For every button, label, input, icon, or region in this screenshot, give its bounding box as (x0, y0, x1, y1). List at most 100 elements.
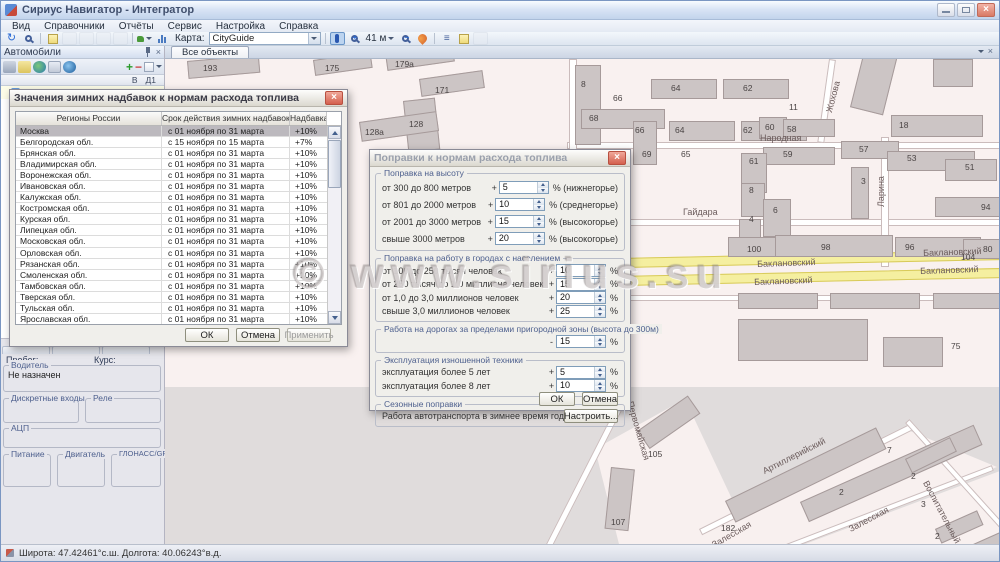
maximize-button[interactable] (957, 3, 975, 17)
brush-icon[interactable] (18, 61, 31, 73)
dialog-title-bar[interactable]: Поправки к нормам расхода топлива × (370, 150, 630, 167)
remove-vehicle-button[interactable]: − (135, 61, 142, 73)
column-header[interactable]: Срок действия зимних надбавок (162, 112, 290, 125)
spin-input[interactable]: 25 (556, 305, 606, 318)
spinner-buttons[interactable] (594, 265, 605, 276)
scroll-down-icon[interactable] (328, 311, 341, 324)
table-row[interactable]: Ивановская обл.с 01 ноября по 31 марта+1… (16, 181, 327, 192)
table-row[interactable]: Костромская обл.с 01 ноября по 31 марта+… (16, 203, 327, 214)
menu-item-6[interactable]: Справка (272, 21, 325, 32)
spin-input[interactable]: 20 (556, 291, 606, 304)
spinner-buttons[interactable] (594, 380, 605, 391)
table-row[interactable]: Рязанская обл.с 01 ноября по 31 марта+10… (16, 259, 327, 270)
list-icon[interactable]: ≡ (439, 32, 454, 45)
table-row[interactable]: Тверская обл.с 01 ноября по 31 марта+10% (16, 292, 327, 303)
ok-button[interactable]: ОК (539, 392, 575, 406)
spin-down-icon[interactable] (595, 386, 605, 392)
menu-item-5[interactable]: Настройка (209, 21, 272, 32)
spinner-buttons[interactable] (594, 292, 605, 303)
map-select[interactable]: CityGuide (209, 32, 321, 45)
spinner-buttons[interactable] (594, 336, 605, 347)
search-icon[interactable] (21, 32, 36, 45)
spin-down-icon[interactable] (534, 239, 544, 245)
spin-down-icon[interactable] (534, 222, 544, 228)
table-row[interactable]: Белгородская обл.с 15 ноября по 15 марта… (16, 137, 327, 148)
combo-arrow[interactable] (308, 33, 320, 44)
spinner-buttons[interactable] (533, 199, 544, 210)
zoom-out-icon[interactable] (398, 32, 413, 45)
table-row[interactable]: Владимирская обл.с 01 ноября по 31 марта… (16, 159, 327, 170)
scroll-thumb[interactable] (328, 140, 341, 188)
spin-down-icon[interactable] (595, 342, 605, 348)
table-row[interactable]: Ярославская обл.с 01 ноября по 31 марта+… (16, 314, 327, 324)
spinner-buttons[interactable] (594, 367, 605, 378)
card-icon[interactable] (48, 61, 61, 73)
column-header[interactable]: Надбавка (290, 112, 327, 125)
spin-input[interactable]: 15 (556, 278, 606, 291)
panel-tab[interactable] (2, 346, 50, 354)
zoom-in-icon[interactable] (347, 32, 362, 45)
table-row[interactable]: Липецкая обл.с 01 ноября по 31 марта+10% (16, 225, 327, 236)
chart-icon[interactable] (154, 32, 169, 45)
table-row[interactable]: Курская обл.с 01 ноября по 31 марта+10% (16, 214, 327, 225)
panel-tab[interactable] (52, 346, 100, 354)
marker-toggle-icon[interactable] (330, 32, 345, 45)
scroll-up-icon[interactable] (328, 126, 341, 139)
globe-icon[interactable] (33, 61, 46, 73)
menu-item-4[interactable]: Сервис (161, 21, 209, 32)
spin-input[interactable]: 20 (495, 232, 545, 245)
table-row[interactable]: Тульская обл.с 01 ноября по 31 марта+10% (16, 303, 327, 314)
menu-item-3[interactable]: Отчёты (112, 21, 161, 32)
table-row[interactable]: Москвас 01 ноября по 31 марта+10% (16, 126, 327, 137)
close-button[interactable]: × (977, 3, 995, 17)
add-vehicle-button[interactable]: + (126, 61, 133, 73)
menu-item-1[interactable]: Вид (5, 21, 37, 32)
track-icon[interactable] (63, 61, 76, 73)
refresh-icon[interactable]: ↻ (4, 32, 19, 45)
menu-item-2[interactable]: Справочники (37, 21, 112, 32)
spinner-buttons[interactable] (537, 182, 548, 193)
spin-input[interactable]: 15 (495, 215, 545, 228)
spinner-buttons[interactable] (533, 216, 544, 227)
ok-button[interactable]: ОК (185, 328, 229, 342)
cancel-button[interactable]: Отмена (582, 392, 618, 406)
panel-tab[interactable] (102, 346, 150, 354)
chevron-down-icon[interactable] (978, 50, 984, 53)
dialog-title-bar[interactable]: Значения зимних надбавок к нормам расход… (10, 90, 347, 107)
table-row[interactable]: Тамбовская обл.с 01 ноября по 31 марта+1… (16, 281, 327, 292)
table-row[interactable]: Брянская обл.с 01 ноября по 31 марта+10% (16, 148, 327, 159)
table-row[interactable]: Воронежская обл.с 01 ноября по 31 марта+… (16, 170, 327, 181)
spin-down-icon[interactable] (595, 284, 605, 290)
panel-close-icon[interactable]: × (156, 47, 161, 57)
pin-icon[interactable] (144, 47, 152, 57)
spinner-buttons[interactable] (533, 233, 544, 244)
scrollbar[interactable] (327, 126, 341, 324)
minimize-button[interactable] (937, 3, 955, 17)
spin-down-icon[interactable] (595, 271, 605, 277)
view-mode-dropdown[interactable] (144, 62, 162, 72)
zoom-level-select[interactable]: 41 м (364, 33, 397, 44)
table-row[interactable]: Орловская обл.с 01 ноября по 31 марта+10… (16, 248, 327, 259)
table-row[interactable]: Калужская обл.с 01 ноября по 31 марта+10… (16, 192, 327, 203)
spin-input[interactable]: 10 (556, 264, 606, 277)
spin-down-icon[interactable] (595, 311, 605, 317)
column-header[interactable]: Регионы России (16, 112, 162, 125)
dialog-close-icon[interactable]: × (608, 151, 626, 165)
edit-icon[interactable] (456, 32, 471, 45)
table-row[interactable]: Московская обл.с 01 ноября по 31 марта+1… (16, 236, 327, 247)
spin-input[interactable]: 5 (499, 181, 549, 194)
cancel-button[interactable]: Отмена (236, 328, 280, 342)
spinner-buttons[interactable] (594, 279, 605, 290)
spin-down-icon[interactable] (538, 188, 548, 194)
spin-input[interactable]: 15 (556, 335, 606, 348)
vehicle-menu-icon[interactable] (137, 32, 152, 45)
spin-down-icon[interactable] (595, 298, 605, 304)
spin-input[interactable]: 5 (556, 366, 606, 379)
spinner-buttons[interactable] (594, 306, 605, 317)
tab-all-objects[interactable]: Все объекты (171, 46, 249, 58)
spin-down-icon[interactable] (595, 372, 605, 378)
spin-input[interactable]: 10 (556, 379, 606, 392)
locate-icon[interactable] (415, 32, 430, 45)
table-row[interactable]: Смоленская обл.с 01 ноября по 31 марта+1… (16, 270, 327, 281)
edit-note-icon[interactable] (45, 32, 60, 45)
